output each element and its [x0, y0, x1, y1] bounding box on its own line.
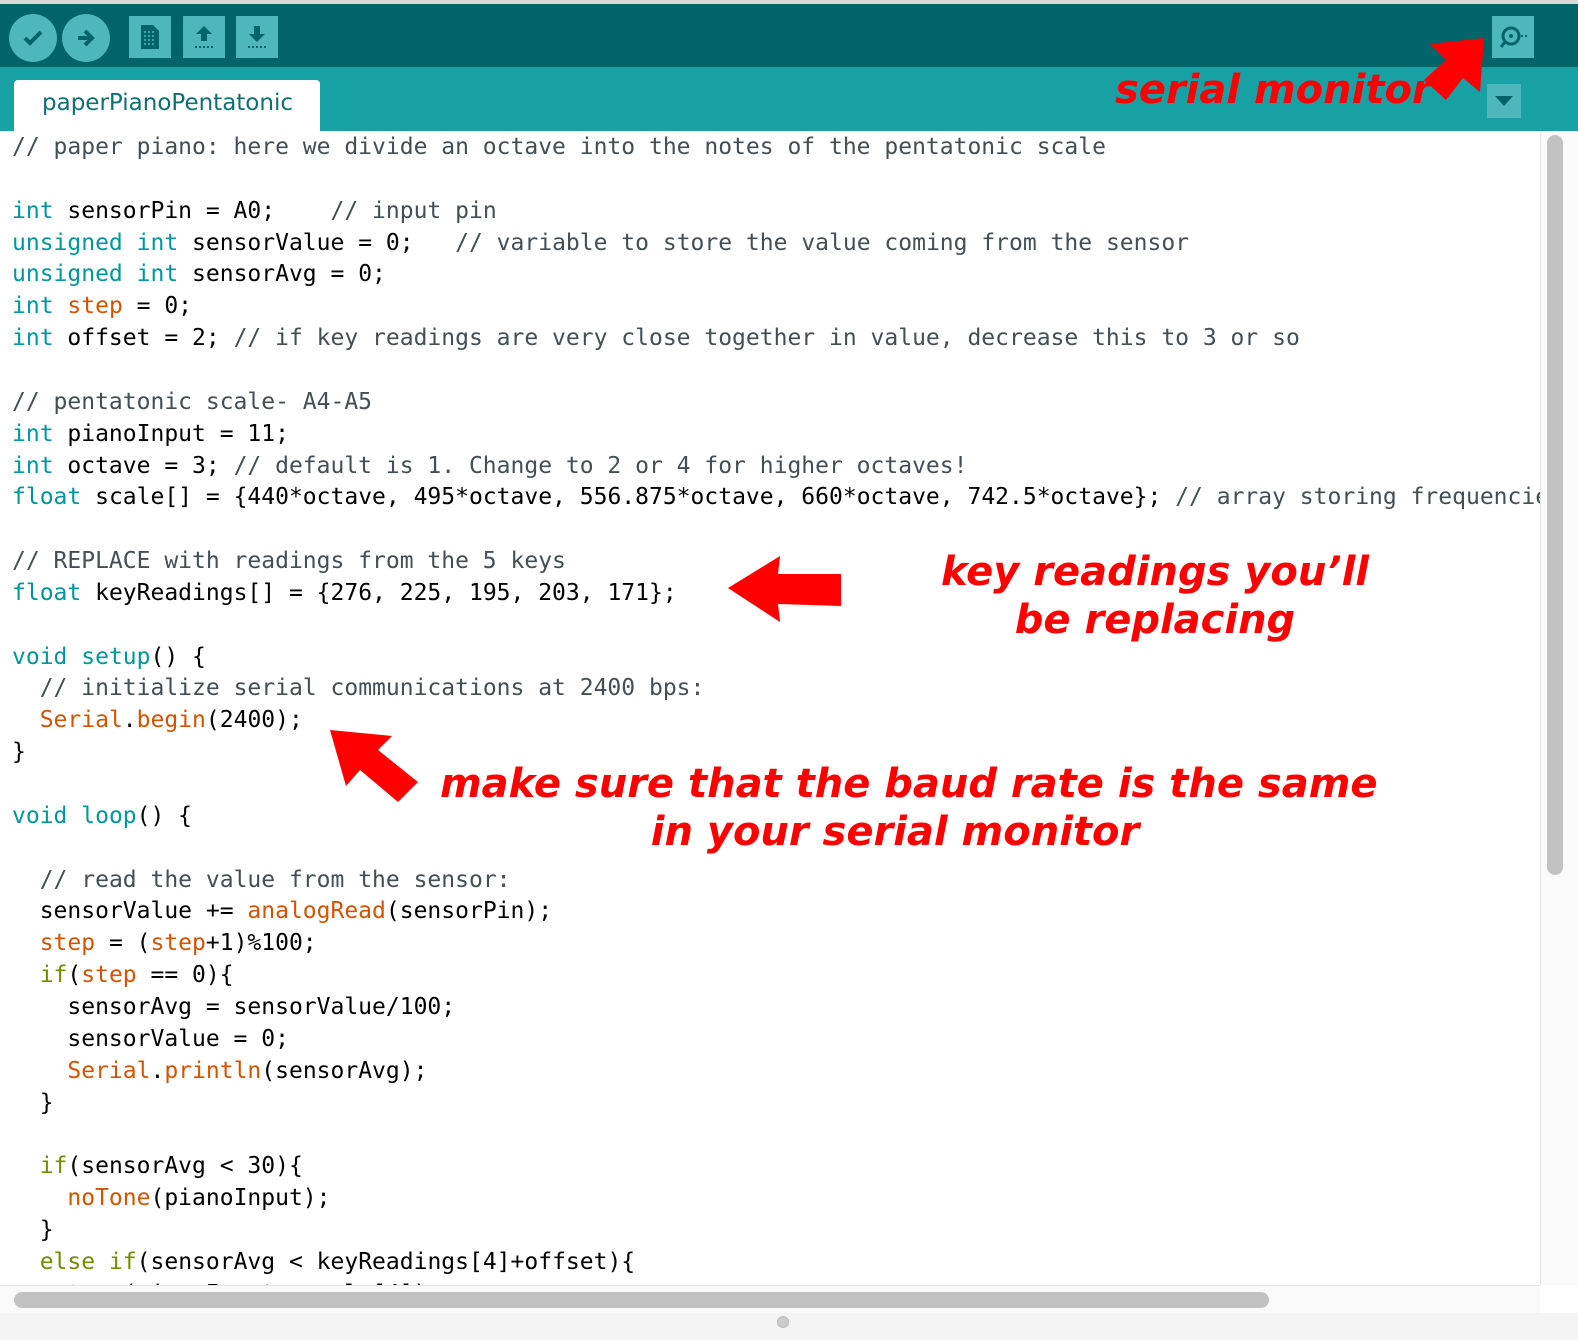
- arrow-to-baud-rate: [330, 730, 418, 802]
- arrow-to-serial-monitor: [1424, 38, 1484, 100]
- annotation-key-readings-line1: key readings you’ll: [941, 549, 1369, 595]
- annotation-key-readings-line2: be replacing: [1014, 597, 1296, 643]
- annotation-baud-rate: make sure that the baud rate is the same…: [440, 760, 1378, 856]
- annotation-baud-rate-line1: make sure that the baud rate is the same: [440, 761, 1378, 807]
- arrow-to-key-readings: [728, 556, 841, 622]
- annotation-key-readings: key readings you’ll be replacing: [930, 548, 1380, 644]
- annotation-baud-rate-line2: in your serial monitor: [650, 809, 1140, 855]
- annotation-serial-monitor: serial monitor: [1115, 67, 1432, 113]
- annotation-arrows: [330, 38, 1484, 802]
